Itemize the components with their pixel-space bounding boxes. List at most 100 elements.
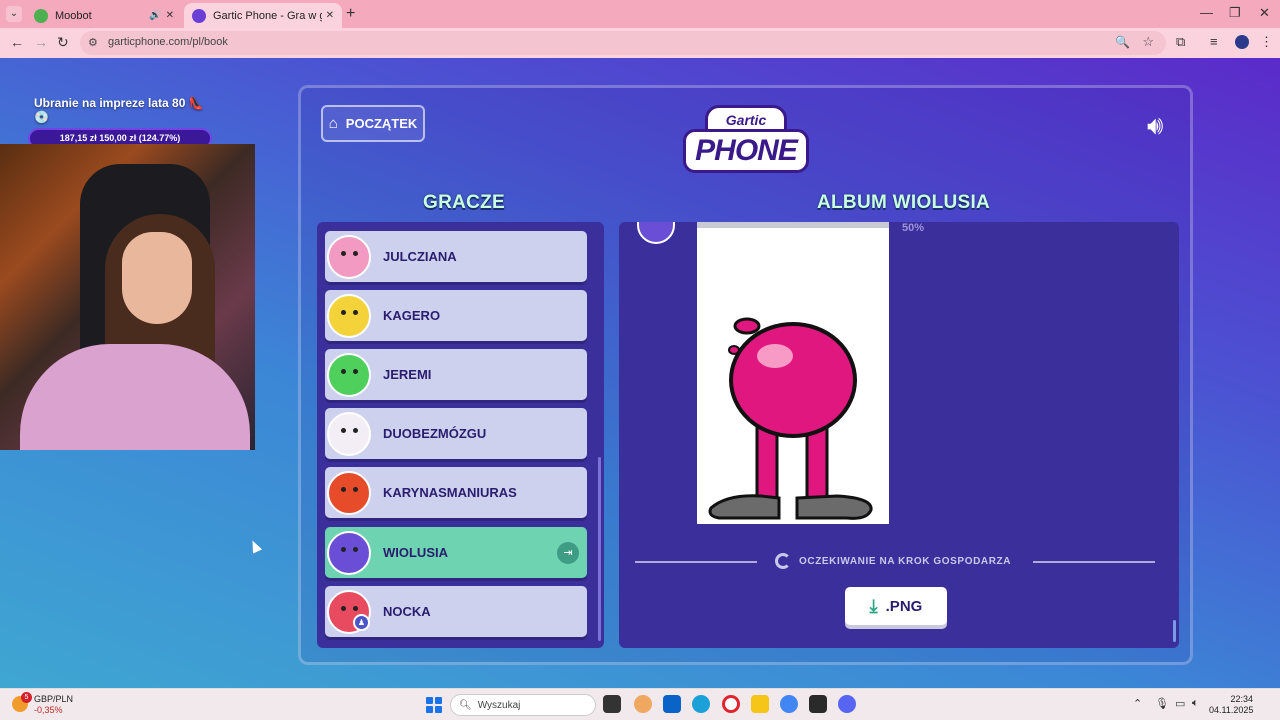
player-name: JULCZIANA xyxy=(383,249,457,264)
browser-toolbar: ← → ↻ ⚙ garticphone.com/pl/book 🔍 ☆ ⧉ ≡ … xyxy=(0,28,1280,58)
webcam-overlay xyxy=(0,144,255,450)
notification-badge: 5 xyxy=(21,692,32,703)
microphone-icon[interactable]: 🎙︎ xyxy=(1155,697,1169,710)
chrome-icon[interactable] xyxy=(780,695,798,713)
player-name: KARYNASMANIURAS xyxy=(383,485,517,500)
album-scrollbar[interactable] xyxy=(1173,620,1176,642)
moobot-favicon-icon xyxy=(34,8,48,23)
player-name: JEREMI xyxy=(383,367,432,382)
divider xyxy=(1033,561,1155,563)
tray-overflow-icon[interactable]: ⌃ xyxy=(1133,697,1142,710)
players-list[interactable]: JULCZIANA KAGERO JEREMI DUOBEZMÓZGU KARY… xyxy=(317,222,604,648)
browser-tab-bar: ⌄ Moobot 🔊 ✕ Gartic Phone - Gra w głuchy… xyxy=(0,0,1280,28)
close-tab-icon[interactable]: ✕ xyxy=(166,10,174,21)
back-icon[interactable]: ← xyxy=(10,34,24,50)
streamer-face xyxy=(122,232,192,324)
player-avatar xyxy=(327,352,371,397)
taskbar-search-input[interactable]: 🔍︎ Wyszukaj xyxy=(450,694,596,716)
clock-time: 22:34 xyxy=(1230,694,1253,704)
minimize-icon[interactable]: — xyxy=(1200,5,1213,20)
players-scrollbar[interactable] xyxy=(598,457,601,641)
player-row[interactable]: DUOBEZMÓZGU xyxy=(325,408,587,459)
reload-icon[interactable]: ↻ xyxy=(57,34,69,51)
clock-date: 04.11.2025 xyxy=(1209,705,1254,715)
file-explorer-icon[interactable] xyxy=(751,695,769,713)
close-tab-icon[interactable]: ✕ xyxy=(326,10,334,21)
player-avatar xyxy=(327,530,371,575)
bookmark-star-icon[interactable]: ☆ xyxy=(1142,34,1154,50)
album-title: ALBUM WIOLUSIA xyxy=(817,192,991,213)
streamer-body xyxy=(20,344,250,450)
tab-title: Moobot xyxy=(55,9,92,22)
extensions-icon[interactable]: ⧉ xyxy=(1176,34,1185,50)
exit-icon[interactable]: ⇥ xyxy=(557,541,579,564)
player-row-active[interactable]: WIOLUSIA ⇥ xyxy=(325,527,587,578)
search-placeholder: Wyszukaj xyxy=(477,699,521,711)
player-row[interactable]: JULCZIANA xyxy=(325,231,587,282)
opera-icon[interactable] xyxy=(722,695,740,713)
player-name: KAGERO xyxy=(383,308,441,323)
home-button-label: POCZĄTEK xyxy=(345,116,418,131)
album-author-avatar xyxy=(637,222,675,244)
player-row[interactable]: KAGERO xyxy=(325,290,587,341)
download-png-label: .PNG xyxy=(885,597,923,615)
gartic-phone-logo: Gartic PHONE xyxy=(683,103,809,181)
tab-gartic-phone[interactable]: Gartic Phone - Gra w głuchy tel ✕ xyxy=(184,3,342,28)
app-icon[interactable] xyxy=(634,695,652,713)
close-window-icon[interactable]: ✕ xyxy=(1259,5,1270,21)
player-avatar xyxy=(327,293,371,338)
windows-taskbar: 5 GBP/PLN -0,35% 🔍︎ Wyszukaj ⌃ 🎙︎ ▭ 🔈︎ 2… xyxy=(0,688,1280,720)
tab-search-button[interactable]: ⌄ xyxy=(6,6,22,22)
task-view-icon[interactable] xyxy=(603,695,621,713)
download-png-button[interactable]: ⤓ .PNG xyxy=(845,587,947,625)
profile-avatar[interactable] xyxy=(1235,35,1249,49)
new-tab-button[interactable]: + xyxy=(346,5,355,23)
tab-title: Gartic Phone - Gra w głuchy tel xyxy=(213,9,322,22)
ticker-change: -0,35% xyxy=(34,705,63,715)
gartic-game-panel: ⌂ POCZĄTEK Gartic PHONE 🔊︎ GRACZE ALBUM … xyxy=(298,85,1193,665)
volume-icon[interactable]: 🔈︎ xyxy=(1192,697,1199,710)
windows-start-icon[interactable] xyxy=(426,697,442,713)
loading-spinner-icon xyxy=(775,553,791,569)
gartic-favicon-icon xyxy=(192,8,206,23)
player-row[interactable]: JEREMI xyxy=(325,349,587,400)
player-row[interactable]: KARYNASMANIURAS xyxy=(325,467,587,518)
album-progress-label: 50% xyxy=(902,222,925,234)
logo-main-text: PHONE xyxy=(683,129,809,173)
search-icon: 🔍︎ xyxy=(459,699,472,711)
system-clock[interactable]: 22:34 04.11.2025 xyxy=(1209,694,1253,716)
player-name: WIOLUSIA xyxy=(383,545,448,560)
discord-icon[interactable] xyxy=(838,695,856,713)
media-controls-icon[interactable]: ≡ xyxy=(1210,34,1218,49)
url-text: garticphone.com/pl/book xyxy=(108,36,228,48)
sticky-notes-icon[interactable] xyxy=(809,695,827,713)
zoom-icon[interactable]: 🔍 xyxy=(1115,35,1130,49)
players-title: GRACZE xyxy=(423,192,506,213)
drawing-canvas xyxy=(697,228,889,524)
waiting-text: OCZEKIWANIE NA KROK GOSPODARZA xyxy=(799,555,1012,567)
player-avatar xyxy=(327,234,371,279)
network-icon[interactable]: ▭ xyxy=(1175,697,1185,710)
forward-icon[interactable]: → xyxy=(34,34,48,50)
tab-moobot[interactable]: Moobot 🔊 ✕ xyxy=(26,3,182,28)
address-bar[interactable]: ⚙ garticphone.com/pl/book 🔍 ☆ xyxy=(80,31,1166,55)
browser-menu-icon[interactable]: ⋮ xyxy=(1260,34,1273,50)
donation-goal-widget: Ubranie na impreze lata 80 👠💿 187,15 zł … xyxy=(28,96,218,149)
player-name: NOCKA xyxy=(383,604,431,619)
speaker-icon[interactable]: 🔊 xyxy=(149,10,161,21)
player-row[interactable]: ♟ NOCKA xyxy=(325,586,587,637)
edge-icon[interactable] xyxy=(692,695,710,713)
host-icon: ♟ xyxy=(353,614,370,631)
restore-icon[interactable]: ❐ xyxy=(1229,5,1241,21)
sound-icon[interactable]: 🔊︎ xyxy=(1147,110,1163,142)
player-avatar xyxy=(327,411,371,456)
album-panel[interactable]: 50% OCZEKIWANIE NA KROK GOSPODARZA ⤓ .PN… xyxy=(619,222,1179,648)
pink-blob-drawing xyxy=(708,317,873,520)
site-info-icon[interactable]: ⚙ xyxy=(88,36,98,49)
outlook-icon[interactable] xyxy=(663,695,681,713)
home-button[interactable]: ⌂ POCZĄTEK xyxy=(321,105,425,142)
mouse-cursor-icon xyxy=(247,538,263,554)
download-icon: ⤓ xyxy=(869,595,878,616)
player-name: DUOBEZMÓZGU xyxy=(383,426,487,441)
player-avatar xyxy=(327,470,371,515)
